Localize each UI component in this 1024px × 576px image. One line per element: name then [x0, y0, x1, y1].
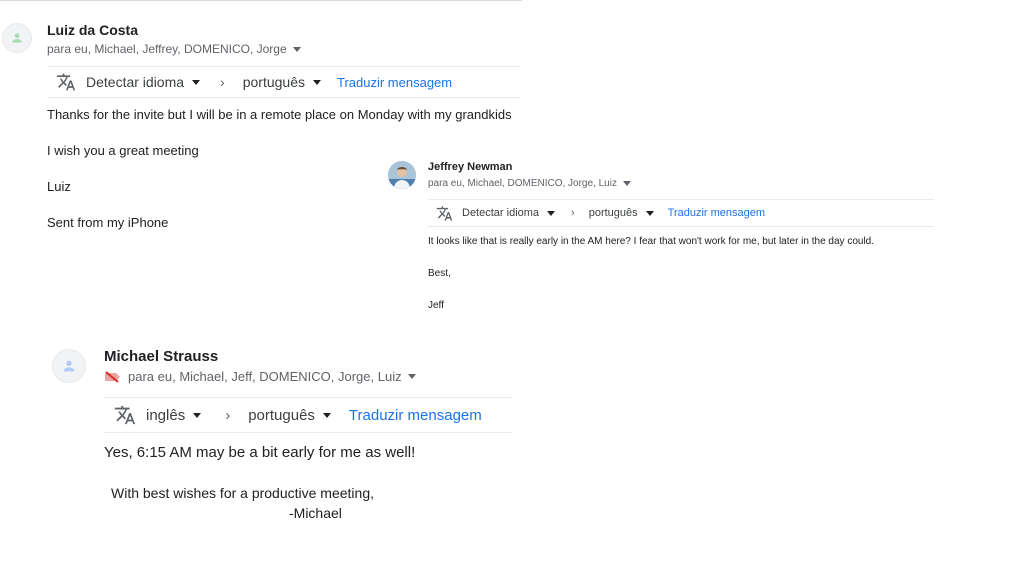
important-label-icon[interactable] [104, 370, 122, 384]
source-language-select[interactable]: inglês [146, 406, 202, 424]
translate-bar: Detectar idioma › português Traduzir men… [428, 199, 934, 227]
person-icon [12, 33, 22, 43]
recipients-text: para eu, Michael, Jeff, DOMENICO, Jorge,… [128, 369, 402, 384]
target-language-label: português [588, 207, 638, 219]
chevron-right-icon: › [220, 74, 225, 90]
dropdown-arrow-icon [547, 210, 556, 216]
recipients-dropdown[interactable]: para eu, Michael, Jeffrey, DOMENICO, Jor… [47, 42, 301, 56]
body-line: -Michael [289, 505, 342, 521]
body-line: Sent from my iPhone [47, 215, 169, 230]
body-line: I wish you a great meeting [47, 143, 199, 158]
sender-name: Jeffrey Newman [428, 161, 513, 173]
source-language-label: Detectar idioma [86, 74, 185, 90]
body-line: With best wishes for a productive meetin… [111, 485, 375, 501]
avatar[interactable] [388, 161, 416, 189]
avatar[interactable] [52, 349, 86, 383]
source-language-label: inglês [146, 406, 186, 424]
target-language-label: português [242, 74, 305, 90]
message-jeffrey: Jeffrey Newman para eu, Michael, DOMENIC… [385, 155, 945, 320]
translate-message-link[interactable]: Traduzir mensagem [668, 207, 765, 219]
target-language-label: português [248, 406, 315, 424]
dropdown-arrow-icon [192, 79, 201, 85]
recipients-text: para eu, Michael, DOMENICO, Jorge, Luiz [428, 178, 617, 189]
source-language-select[interactable]: Detectar idioma [462, 207, 556, 219]
source-language-label: Detectar idioma [462, 207, 540, 219]
recipients-dropdown[interactable]: para eu, Michael, Jeff, DOMENICO, Jorge,… [104, 369, 416, 384]
body-line: Luiz [47, 179, 71, 194]
chevron-down-icon [407, 374, 416, 379]
translate-bar: Detectar idioma › português Traduzir men… [47, 66, 520, 98]
chevron-right-icon: › [225, 406, 231, 424]
target-language-select[interactable]: português [248, 407, 331, 424]
source-language-select[interactable]: Detectar idioma [86, 74, 201, 90]
target-language-select[interactable]: português [243, 74, 321, 90]
avatar[interactable] [2, 23, 32, 53]
body-line: It looks like that is really early in th… [428, 236, 875, 247]
chevron-down-icon [292, 46, 301, 52]
dropdown-arrow-icon [193, 412, 202, 418]
translate-icon [436, 205, 453, 221]
translate-message-link[interactable]: Traduzir mensagem [337, 75, 452, 90]
person-photo-icon [388, 161, 416, 189]
sender-name: Luiz da Costa [47, 22, 139, 38]
recipients-dropdown[interactable]: para eu, Michael, DOMENICO, Jorge, Luiz [428, 178, 631, 189]
translate-message-link[interactable]: Traduzir mensagem [349, 407, 482, 424]
target-language-select[interactable]: português [589, 207, 654, 219]
dropdown-arrow-icon [322, 412, 331, 418]
chevron-right-icon: › [571, 207, 575, 219]
body-line: Best, [428, 268, 451, 279]
dropdown-arrow-icon [645, 210, 654, 216]
chevron-down-icon [622, 181, 631, 186]
body-line: Jeff [428, 300, 444, 311]
translate-bar: inglês › português Traduzir mensagem [104, 397, 512, 433]
translate-icon [56, 73, 76, 91]
recipients-text: para eu, Michael, Jeffrey, DOMENICO, Jor… [47, 42, 287, 56]
dropdown-arrow-icon [313, 79, 321, 85]
body-line: Thanks for the invite but I will be in a… [47, 107, 512, 122]
message-michael: Michael Strauss para eu, Michael, Jeff, … [40, 335, 560, 535]
sender-name: Michael Strauss [104, 348, 219, 365]
person-icon [63, 360, 75, 372]
translate-icon [114, 405, 136, 425]
body-line: Yes, 6:15 AM may be a bit early for me a… [104, 444, 416, 461]
